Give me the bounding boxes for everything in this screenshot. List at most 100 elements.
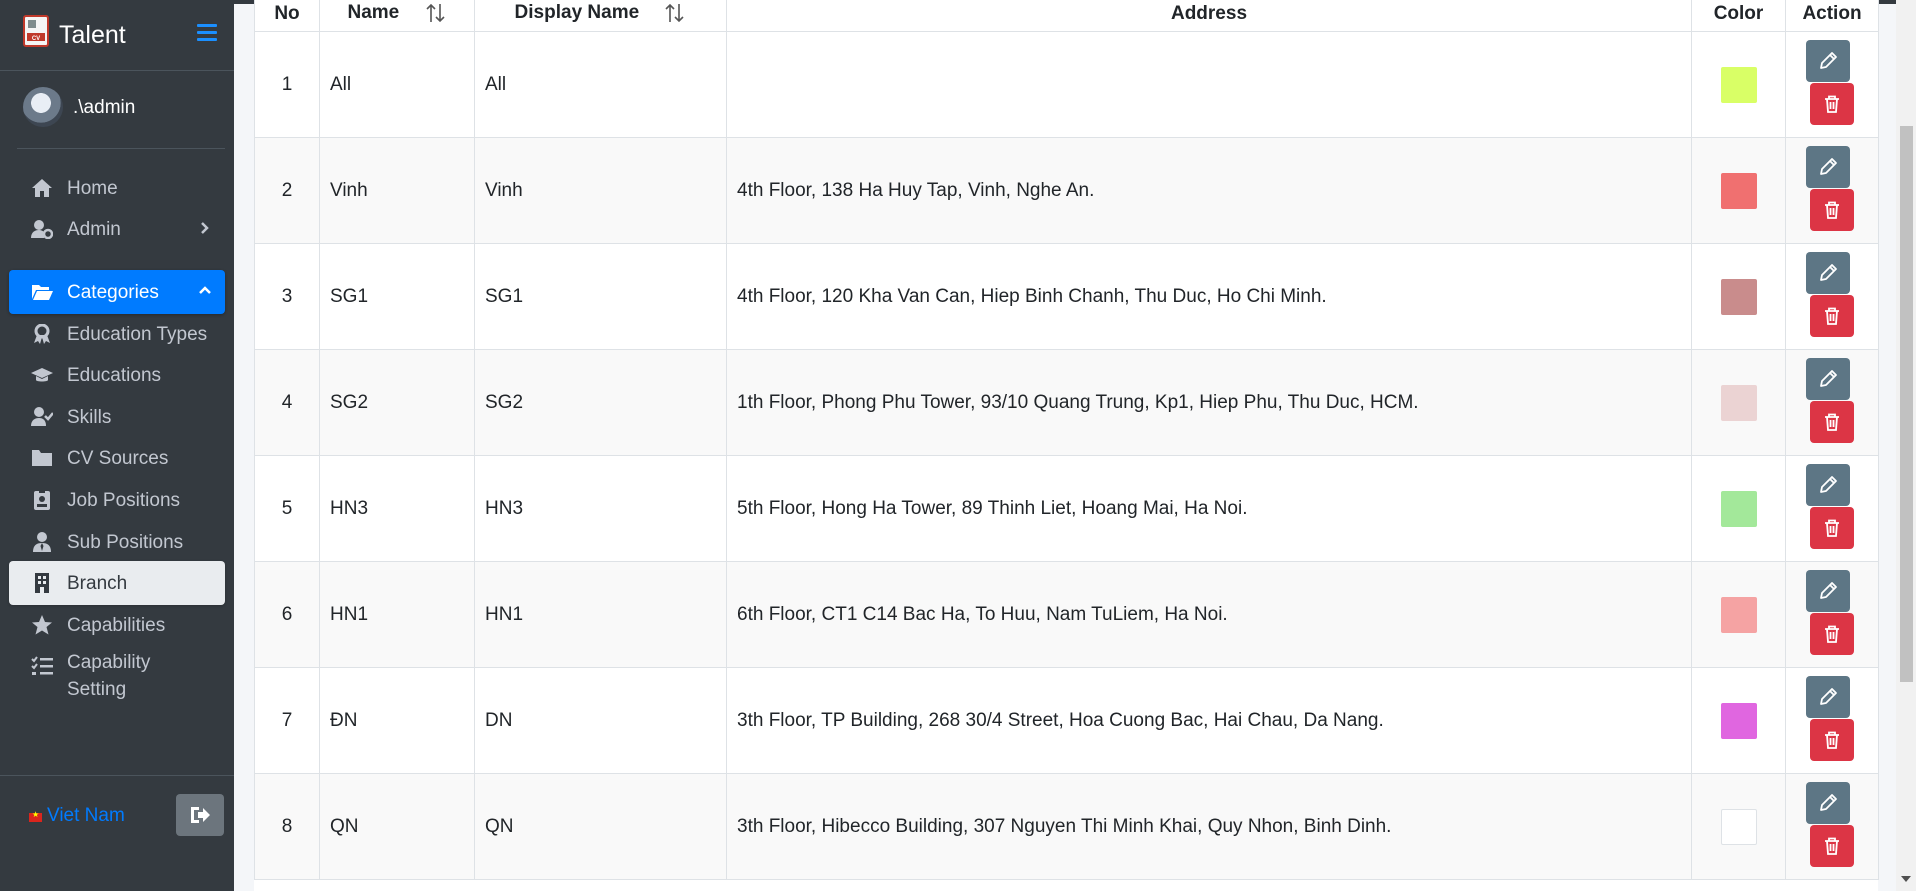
sidebar-item-admin[interactable]: Admin bbox=[9, 207, 225, 251]
sidebar-item-label: Admin bbox=[67, 219, 121, 240]
user-name[interactable]: .\admin bbox=[73, 97, 135, 119]
cell-no: 2 bbox=[254, 137, 320, 244]
table-row: 2 Vinh Vinh 4th Floor, 138 Ha Huy Tap, Vinh… bbox=[254, 137, 1879, 244]
sidebar-item-label: Branch bbox=[67, 573, 128, 594]
edit-button[interactable] bbox=[1806, 570, 1850, 612]
sidebar-item-sub-positions[interactable]: Sub Positions bbox=[9, 520, 225, 564]
column-header-action: Action bbox=[1785, 0, 1879, 32]
column-header-name[interactable]: Name bbox=[319, 0, 475, 32]
edit-button[interactable] bbox=[1806, 464, 1850, 506]
pencil-icon bbox=[1820, 370, 1837, 387]
scrollbar-thumb[interactable] bbox=[1900, 126, 1913, 682]
table-row: 1 All All bbox=[254, 31, 1879, 138]
sort-icon[interactable] bbox=[425, 2, 447, 24]
pencil-icon bbox=[1820, 688, 1837, 705]
logout-button[interactable] bbox=[176, 794, 224, 836]
color-swatch bbox=[1720, 172, 1757, 209]
color-swatch bbox=[1720, 66, 1757, 103]
cell-address: 6th Floor, CT1 C14 Bac Ha, To Huu, Nam T… bbox=[726, 561, 1692, 668]
edit-button[interactable] bbox=[1806, 252, 1850, 294]
delete-button[interactable] bbox=[1810, 825, 1854, 867]
color-swatch bbox=[1720, 596, 1757, 633]
column-header-display-name[interactable]: Display Name bbox=[474, 0, 727, 32]
delete-button[interactable] bbox=[1810, 83, 1854, 125]
color-swatch bbox=[1720, 702, 1757, 739]
cell-no: 8 bbox=[254, 773, 320, 880]
trash-icon bbox=[1825, 201, 1839, 219]
sidebar-footer: Viet Nam bbox=[0, 775, 234, 891]
sidebar-item-educations[interactable]: Educations bbox=[9, 353, 225, 397]
sidebar-item-label: Education Types bbox=[67, 324, 208, 345]
cell-action bbox=[1785, 349, 1879, 456]
delete-button[interactable] bbox=[1810, 295, 1854, 337]
cell-display-name: All bbox=[474, 31, 727, 138]
cell-address: 3th Floor, Hibecco Building, 307 Nguyen … bbox=[726, 773, 1692, 880]
trash-icon bbox=[1825, 413, 1839, 431]
avatar[interactable] bbox=[23, 87, 63, 127]
cell-color bbox=[1691, 773, 1786, 880]
id-badge-icon bbox=[34, 490, 50, 510]
cell-no: 6 bbox=[254, 561, 320, 668]
sidebar-item-home[interactable]: Home bbox=[9, 166, 225, 210]
sidebar-item-label: Job Positions bbox=[67, 490, 181, 511]
color-swatch bbox=[1720, 490, 1757, 527]
cell-color bbox=[1691, 561, 1786, 668]
branch-table: No Name Display Name Address Color Actio… bbox=[254, 0, 1879, 880]
cell-color bbox=[1691, 137, 1786, 244]
sign-out-icon bbox=[191, 807, 210, 823]
cell-address: 4th Floor, 120 Kha Van Can, Hiep Binh Ch… bbox=[726, 243, 1692, 350]
cell-no: 5 bbox=[254, 455, 320, 562]
cell-color bbox=[1691, 667, 1786, 774]
brand-name[interactable]: Talent bbox=[59, 21, 126, 50]
sidebar-item-cv-sources[interactable]: CV Sources bbox=[9, 436, 225, 480]
star-icon bbox=[32, 615, 52, 635]
sidebar-item-capability-setting[interactable]: Capability Setting bbox=[9, 644, 225, 704]
sidebar-item-branch[interactable]: Branch bbox=[9, 561, 225, 605]
cell-display-name: SG2 bbox=[474, 349, 727, 456]
building-icon bbox=[35, 573, 49, 593]
delete-button[interactable] bbox=[1810, 401, 1854, 443]
edit-button[interactable] bbox=[1806, 358, 1850, 400]
cv-logo-icon[interactable]: CV bbox=[23, 15, 49, 47]
cell-action bbox=[1785, 455, 1879, 562]
branch-table-card: No Name Display Name Address Color Actio… bbox=[254, 0, 1879, 891]
trash-icon bbox=[1825, 95, 1839, 113]
cell-no: 7 bbox=[254, 667, 320, 774]
award-icon bbox=[34, 324, 50, 344]
sidebar-item-label: Educations bbox=[67, 365, 162, 386]
page-scrollbar[interactable] bbox=[1896, 0, 1916, 891]
delete-button[interactable] bbox=[1810, 613, 1854, 655]
sidebar-item-job-positions[interactable]: Job Positions bbox=[9, 478, 225, 522]
cell-action bbox=[1785, 137, 1879, 244]
user-panel: .\admin bbox=[17, 70, 225, 149]
cell-color bbox=[1691, 243, 1786, 350]
edit-button[interactable] bbox=[1806, 146, 1850, 188]
trash-icon bbox=[1825, 837, 1839, 855]
edit-button[interactable] bbox=[1806, 676, 1850, 718]
svg-text:CV: CV bbox=[32, 36, 40, 42]
delete-button[interactable] bbox=[1810, 507, 1854, 549]
edit-button[interactable] bbox=[1806, 40, 1850, 82]
sidebar-item-capabilities[interactable]: Capabilities bbox=[9, 603, 225, 647]
cell-address: 4th Floor, 138 Ha Huy Tap, Vinh, Nghe An… bbox=[726, 137, 1692, 244]
sidebar-item-education-types[interactable]: Education Types bbox=[9, 312, 225, 356]
delete-button[interactable] bbox=[1810, 189, 1854, 231]
user-cog-icon bbox=[31, 220, 53, 239]
pencil-icon bbox=[1820, 794, 1837, 811]
delete-button[interactable] bbox=[1810, 719, 1854, 761]
cell-no: 3 bbox=[254, 243, 320, 350]
language-link[interactable]: Viet Nam bbox=[47, 805, 125, 827]
scroll-down-arrow-icon[interactable] bbox=[1901, 876, 1911, 882]
trash-icon bbox=[1825, 519, 1839, 537]
sidebar-item-categories[interactable]: Categories bbox=[9, 270, 225, 314]
sidebar-item-skills[interactable]: Skills bbox=[9, 395, 225, 439]
cell-name: QN bbox=[319, 773, 475, 880]
trash-icon bbox=[1825, 731, 1839, 749]
cell-name: ĐN bbox=[319, 667, 475, 774]
menu-toggle-icon[interactable] bbox=[197, 24, 217, 44]
sort-icon[interactable] bbox=[664, 2, 686, 24]
color-swatch bbox=[1720, 278, 1757, 315]
column-header-no: No bbox=[254, 0, 320, 32]
edit-button[interactable] bbox=[1806, 782, 1850, 824]
cell-action bbox=[1785, 31, 1879, 138]
